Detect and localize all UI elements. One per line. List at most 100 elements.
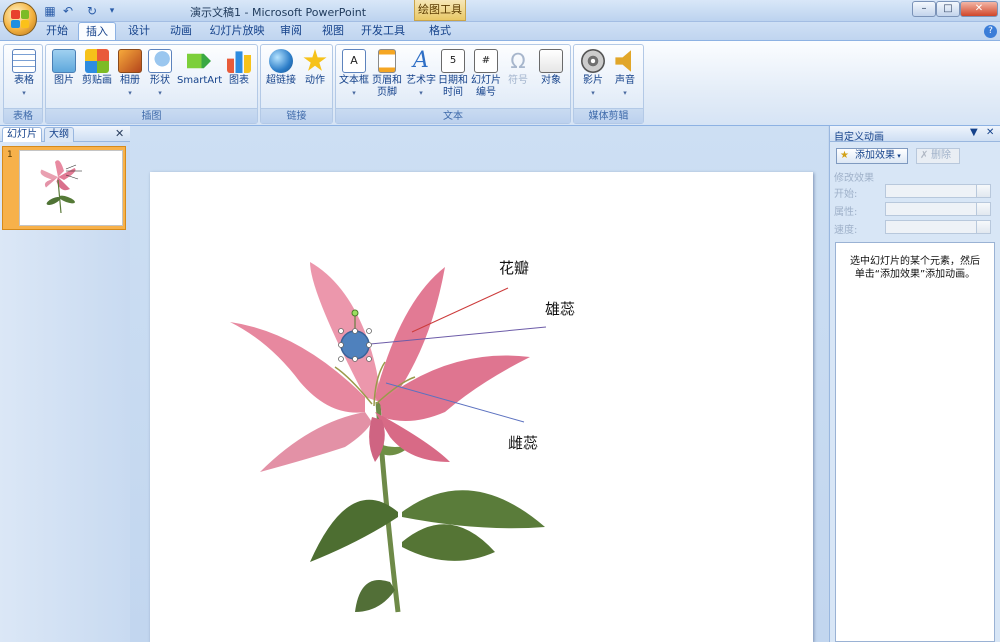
textbox-button[interactable]: A 文本框 ▾ [338,49,370,99]
property-dropdown[interactable] [885,202,991,216]
movie-label: 影片 [583,75,603,86]
minimize-button[interactable]: – [912,1,936,17]
tab-outline[interactable]: 大纲 [44,127,74,142]
smartart-label: SmartArt [177,75,223,86]
sound-button[interactable]: 声音 ▾ [610,49,640,99]
label-stamen[interactable]: 雄蕊 [545,298,575,319]
hyperlink-label: 超链接 [266,75,296,86]
film-reel-icon [581,49,605,73]
shapes-button[interactable]: 形状 ▾ [146,49,174,99]
tab-insert[interactable]: 插入 [78,22,116,41]
picture-label: 图片 [54,75,74,86]
qat-customize-icon[interactable]: ▾ [104,3,120,19]
close-panel-icon[interactable]: ✕ [115,127,124,140]
panel-tabs: 幻灯片 大纲 ✕ [0,126,130,142]
slide-number-label: 幻灯片编号 [471,75,501,98]
tab-animation[interactable]: 动画 [162,22,200,41]
save-icon[interactable]: ▦ [42,3,58,19]
action-star-icon [303,49,327,71]
header-footer-icon [378,49,396,73]
speed-dropdown[interactable] [885,220,991,234]
speed-label: 速度: [834,225,858,236]
textbox-icon: A [342,49,366,73]
context-tab-group-title: 绘图工具 [414,0,466,21]
office-button[interactable] [3,2,37,36]
hyperlink-button[interactable]: 超链接 [264,49,298,87]
textbox-label: 文本框 [339,75,369,86]
window-title: 演示文稿1 - Microsoft PowerPoint [190,6,367,19]
album-icon [118,49,142,73]
tab-developer[interactable]: 开发工具 [358,22,408,41]
group-illustrations: 图片 剪贴画 相册 ▾ 形状 ▾ SmartArt 图表 插图 [45,44,258,124]
property-label: 属性: [834,207,858,218]
sound-label: 声音 [615,75,635,86]
action-button[interactable]: 动作 [300,49,330,87]
picture-button[interactable]: 图片 [50,49,78,87]
label-petal[interactable]: 花瓣 [499,257,529,278]
tab-design[interactable]: 设计 [120,22,158,41]
tab-home[interactable]: 开始 [38,22,76,41]
chart-icon [227,51,251,73]
slide-canvas[interactable]: 花瓣 雄蕊 雌蕊 [150,172,813,642]
undo-icon[interactable]: ↶ [60,3,76,19]
lily-flower-image [230,262,547,613]
object-button[interactable]: 对象 [536,49,566,87]
action-label: 动作 [305,75,325,86]
modify-effect-header: 修改效果 [834,173,874,184]
album-button[interactable]: 相册 ▾ [116,49,144,99]
tab-view[interactable]: 视图 [316,22,350,41]
clipart-icon [85,49,109,73]
table-icon [12,49,36,73]
datetime-button[interactable]: 5 日期和时间 [438,49,468,99]
slide-number-button[interactable]: # 幻灯片编号 [470,49,502,99]
task-pane-close-icon[interactable]: ✕ [986,127,994,138]
maximize-button[interactable]: □ [936,1,960,17]
start-dropdown[interactable] [885,184,991,198]
wordart-button[interactable]: A 艺术字 ▾ [406,49,436,99]
globe-link-icon [269,49,293,73]
table-button[interactable]: 表格 ▾ [8,49,40,99]
wordart-label: 艺术字 [406,75,436,86]
help-icon[interactable]: ? [984,25,997,38]
remove-label: 删除 [931,150,951,161]
close-button[interactable]: ✕ [960,1,998,17]
remove-button[interactable]: ✗ 删除 [916,148,960,164]
tab-review[interactable]: 审阅 [274,22,308,41]
task-pane-menu-icon[interactable]: ▼ [970,127,978,138]
custom-animation-pane: 自定义动画 ▼ ✕ ★ 添加效果 ▾ ✗ 删除 修改效果 开始: 属性: 速度:… [829,126,1000,642]
group-links: 超链接 动作 链接 [260,44,333,124]
group-media: 影片 ▾ 声音 ▾ 媒体剪辑 [573,44,644,124]
tab-slides[interactable]: 幻灯片 [2,127,42,142]
speaker-icon [615,50,631,72]
clipart-label: 剪贴画 [82,75,112,86]
tab-format[interactable]: 格式 [420,22,460,41]
add-effect-button[interactable]: ★ 添加效果 ▾ [836,148,908,164]
title-bar [0,0,1000,22]
animation-list[interactable]: 选中幻灯片的某个元素，然后单击“添加效果”添加动画。 [835,242,995,642]
task-pane-title: 自定义动画 [834,132,884,143]
redo-icon[interactable]: ↻ [84,3,100,19]
datetime-label: 日期和时间 [438,75,468,98]
group-links-label: 链接 [261,108,332,123]
calendar-icon: 5 [441,49,465,73]
album-label: 相册 [120,75,140,86]
object-icon [539,49,563,73]
clipart-button[interactable]: 剪贴画 [80,49,114,87]
slide-thumbnail[interactable] [19,150,123,226]
header-footer-label: 页眉和页脚 [372,75,402,98]
chart-button[interactable]: 图表 [224,49,254,87]
picture-icon [52,49,76,73]
slide-number-icon: # [474,49,498,73]
symbol-button[interactable]: Ω 符号 [504,49,532,87]
group-text: A 文本框 ▾ 页眉和页脚 A 艺术字 ▾ 5 日期和时间 # 幻灯片编号 Ω … [335,44,571,124]
slides-panel: 幻灯片 大纲 ✕ 1 [0,126,130,642]
group-text-label: 文本 [336,108,570,123]
movie-button[interactable]: 影片 ▾ [578,49,608,99]
header-footer-button[interactable]: 页眉和页脚 [372,49,402,99]
label-pistil[interactable]: 雌蕊 [508,432,538,453]
smartart-button[interactable]: SmartArt [177,49,223,87]
slide-thumbnail-selected[interactable]: 1 [2,146,126,230]
shapes-icon [148,49,172,73]
group-illustrations-label: 插图 [46,108,257,123]
tab-slideshow[interactable]: 幻灯片放映 [206,22,268,41]
